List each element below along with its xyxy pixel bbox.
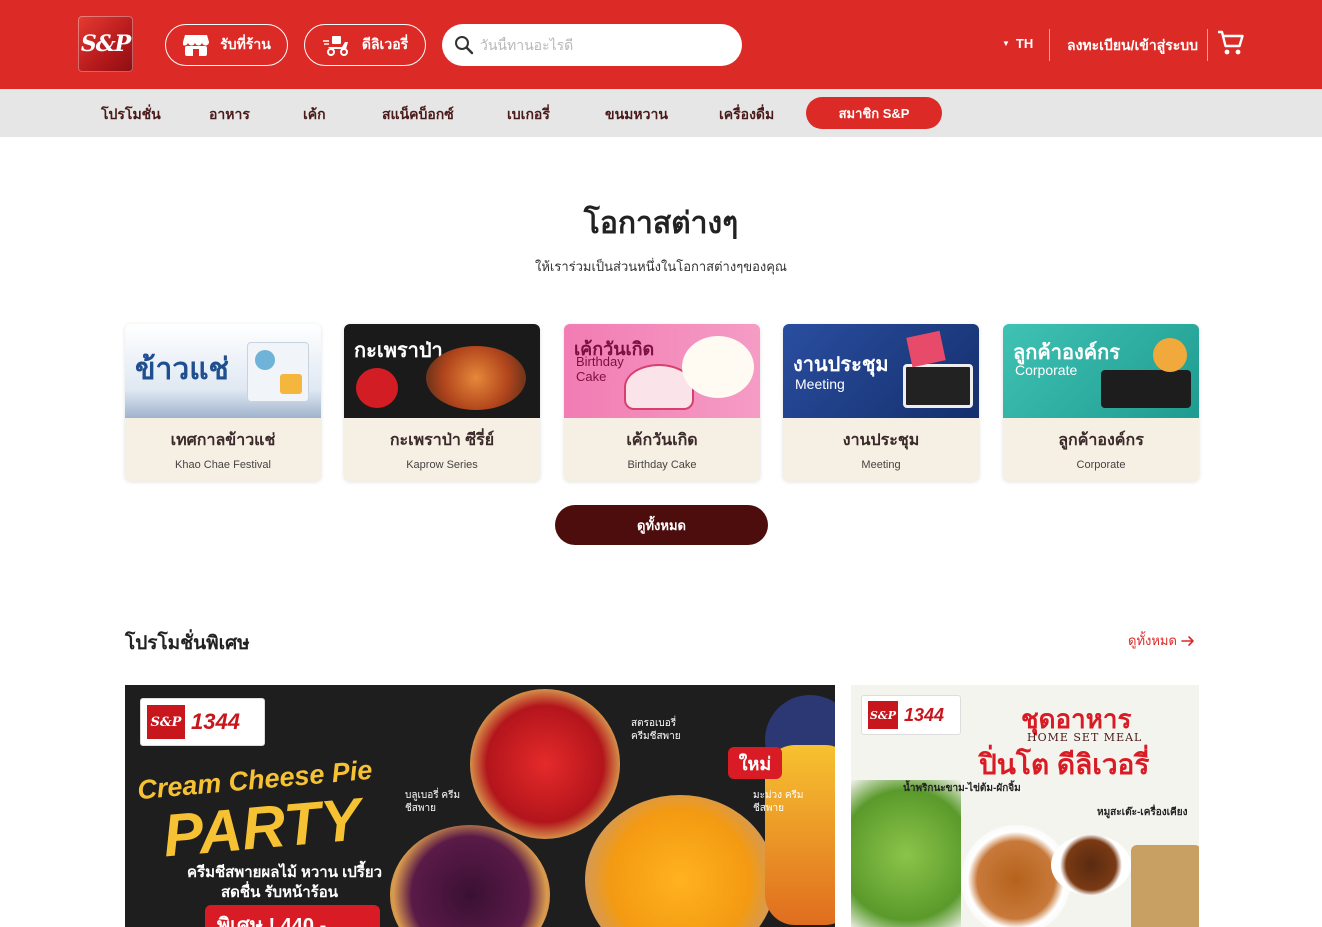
nav-item-cake[interactable]: เค้ก <box>303 104 326 126</box>
sp-logo[interactable]: S&P <box>78 16 133 72</box>
cart-button[interactable] <box>1217 29 1245 62</box>
flavor-strawberry-label: สตรอเบอรี่ ครีมชีสพาย <box>631 718 681 742</box>
occasion-image: กะเพราป่า <box>344 324 540 418</box>
view-all-occasions-button[interactable]: ดูทั้งหมด <box>555 505 768 545</box>
promo-banner-cheesepie[interactable]: S&P 1344 Cream Cheese Pie PARTY ครีมชีสพ… <box>125 685 835 927</box>
occasion-card[interactable]: เค้กวันเกิด Birthday Cake เค้กวันเกิด Bi… <box>564 324 760 481</box>
nav-item-bakery[interactable]: เบเกอรี่ <box>507 104 550 126</box>
occasion-title: กะเพราป่า ซีรี่ย์ <box>389 432 495 449</box>
search-input[interactable] <box>480 37 720 53</box>
header-bar: S&P รับที่ร้าน ดีลิเวอรี่ ▼ TH ลงทะเบียน… <box>0 0 1322 89</box>
sp1344-badge: S&P 1344 <box>140 698 265 746</box>
divider <box>1049 29 1050 61</box>
occasion-card[interactable]: ข้าวแช่ เทศกาลข้าวแช่ Khao Chae Festival <box>125 324 321 481</box>
divider <box>1207 29 1208 61</box>
nav-item-promotion[interactable]: โปรโมชั่น <box>101 104 161 126</box>
flavor-blueberry-label: บลูเบอรี่ ครีมชีสพาย <box>405 790 461 814</box>
occasion-card[interactable]: งานประชุม Meeting งานประชุม Meeting <box>783 324 979 481</box>
pickup-button[interactable]: รับที่ร้าน <box>165 24 288 66</box>
pickup-label: รับที่ร้าน <box>220 36 271 52</box>
occasion-title: เค้กวันเกิด <box>626 432 698 449</box>
store-icon <box>183 35 210 56</box>
occasions-title: โอกาสต่างๆ <box>583 207 739 240</box>
scooter-icon <box>322 36 348 56</box>
search-icon <box>455 36 474 55</box>
promo-line-2: สดชื่น รับหน้าร้อน <box>221 884 338 901</box>
nav-item-drinks[interactable]: เครื่องดื่ม <box>719 104 774 126</box>
member-button[interactable]: สมาชิก S&P <box>806 97 942 129</box>
occasion-image: งานประชุม Meeting <box>783 324 979 418</box>
occasion-subtitle: Corporate <box>1076 459 1126 471</box>
nav-item-food[interactable]: อาหาร <box>209 104 250 126</box>
occasion-card[interactable]: กะเพราป่า กะเพราป่า ซีรี่ย์ Kaprow Serie… <box>344 324 540 481</box>
promotions-title: โปรโมชั่นพิเศษ <box>125 633 250 654</box>
occasion-card[interactable]: ลูกค้าองค์กร Corporate ลูกค้าองค์กร Corp… <box>1003 324 1199 481</box>
delivery-label: ดีลิเวอรี่ <box>361 36 409 52</box>
login-link[interactable]: ลงทะเบียน/เข้าสู่ระบบ <box>1067 35 1198 57</box>
promo-banner-pinto[interactable]: S&P 1344 ชุดอาหาร HOME SET MEAL ปิ่นโต ด… <box>851 685 1199 927</box>
search-box[interactable] <box>442 24 742 66</box>
category-nav: โปรโมชั่น อาหาร เค้ก สแน็คบ็อกซ์ เบเกอรี… <box>0 89 1322 137</box>
language-selector[interactable]: ▼ TH <box>1002 36 1033 51</box>
view-all-label: ดูทั้งหมด <box>1128 633 1177 648</box>
caret-down-icon: ▼ <box>1002 39 1010 48</box>
occasion-title: งานประชุม <box>842 432 920 449</box>
view-all-promotions-link[interactable]: ดูทั้งหมด <box>1128 630 1195 651</box>
occasions-subtitle: ให้เราร่วมเป็นส่วนหนึ่งในโอกาสต่างๆของคุ… <box>534 259 787 274</box>
occasion-title: ลูกค้าองค์กร <box>1058 432 1144 449</box>
occasion-title: เทศกาลข้าวแช่ <box>170 432 276 449</box>
occasion-subtitle: Khao Chae Festival <box>175 459 271 471</box>
language-label: TH <box>1015 36 1034 51</box>
sp1344-badge: S&P 1344 <box>861 695 961 735</box>
occasion-subtitle: Birthday Cake <box>627 459 697 471</box>
dish-nampik-label: น้ำพริกนะขาม-ไข่ต้ม-ผักจิ้ม <box>903 783 1021 794</box>
occasion-image: ลูกค้าองค์กร Corporate <box>1003 324 1199 418</box>
occasion-subtitle: Meeting <box>861 459 901 471</box>
occasion-image: เค้กวันเกิด Birthday Cake <box>564 324 760 418</box>
occasion-subtitle: Kaprow Series <box>406 459 478 471</box>
nav-item-dessert[interactable]: ขนมหวาน <box>605 104 668 126</box>
cart-icon <box>1218 30 1244 55</box>
occasion-image: ข้าวแช่ <box>125 324 321 418</box>
new-tag: ใหม่ <box>728 747 782 779</box>
dish-satay-label: หมูสะเต๊ะ-เครื่องเคียง <box>1097 807 1188 818</box>
promo-price: พิเศษ ! 440.- <box>205 905 380 927</box>
delivery-button[interactable]: ดีลิเวอรี่ <box>304 24 426 66</box>
nav-item-snackbox[interactable]: สแน็คบ็อกซ์ <box>382 104 454 126</box>
arrow-right-icon <box>1181 635 1194 646</box>
flavor-mango-label: มะม่วง ครีมชีสพาย <box>753 790 804 814</box>
